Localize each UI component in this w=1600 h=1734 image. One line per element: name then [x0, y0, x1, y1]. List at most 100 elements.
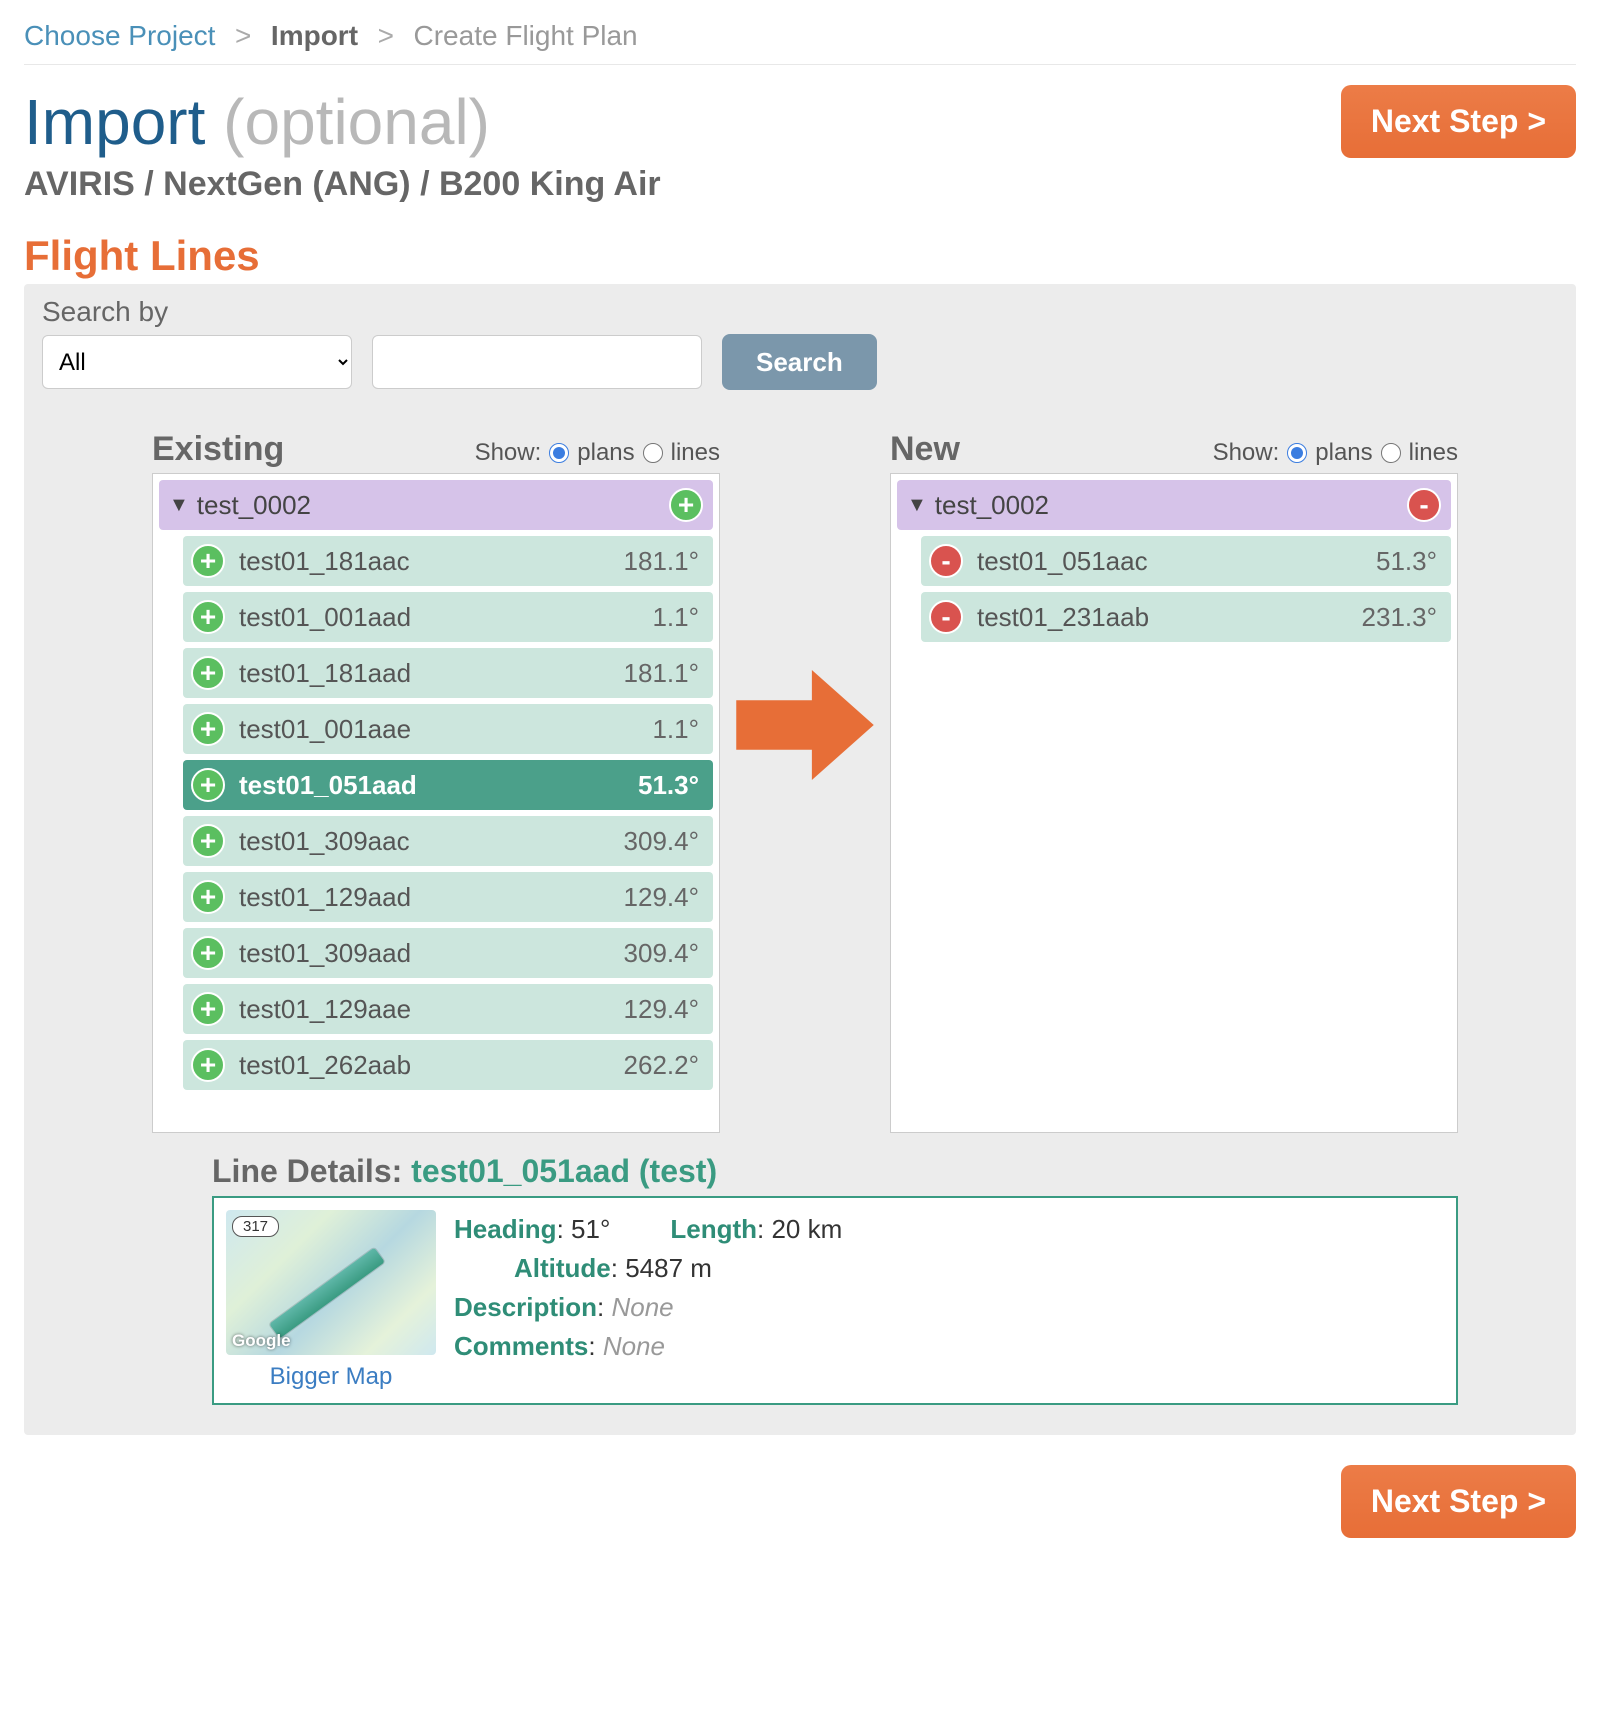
new-group-header[interactable]: ▼ test_0002 - — [897, 480, 1451, 530]
line-name: test01_262aab — [239, 1050, 411, 1081]
existing-radio-plans[interactable] — [549, 443, 569, 463]
line-name: test01_001aad — [239, 602, 411, 633]
add-line-icon[interactable]: + — [191, 880, 225, 914]
list-item[interactable]: + test01_262aab 262.2° — [183, 1040, 713, 1090]
list-item[interactable]: + test01_181aac 181.1° — [183, 536, 713, 586]
list-item[interactable]: + test01_181aad 181.1° — [183, 648, 713, 698]
transfer-arrow — [720, 430, 890, 780]
line-degree: 1.1° — [652, 714, 699, 745]
list-item[interactable]: -test01_051aac 51.3° — [921, 536, 1451, 586]
line-degree: 1.1° — [652, 602, 699, 633]
breadcrumb-create-flight-plan[interactable]: Create Flight Plan — [414, 20, 638, 51]
collapse-icon[interactable]: ▼ — [169, 494, 189, 517]
list-item[interactable]: +test01_129aad129.4° — [183, 872, 713, 922]
line-degree: 309.4° — [624, 938, 699, 969]
search-input[interactable] — [372, 335, 702, 389]
add-line-icon[interactable]: + — [191, 656, 225, 690]
search-button[interactable]: Search — [722, 334, 877, 390]
line-name: test01_001aae — [239, 714, 411, 745]
comments-value: None — [603, 1331, 665, 1361]
list-item[interactable]: + test01_309aac 309.4° — [183, 816, 713, 866]
add-line-icon[interactable]: + — [191, 544, 225, 578]
new-show-label: Show: — [1213, 439, 1280, 467]
new-group-name: test_0002 — [935, 490, 1049, 521]
map-route-badge: 317 — [232, 1216, 279, 1237]
list-item[interactable]: + test01_309aad 309.4° — [183, 928, 713, 978]
description-label: Description — [454, 1292, 597, 1322]
existing-title: Existing — [152, 430, 284, 469]
line-name: test01_231aab — [977, 602, 1149, 633]
map-flight-line — [269, 1248, 385, 1339]
existing-group-name: test_0002 — [197, 490, 311, 521]
arrow-right-icon — [735, 670, 875, 780]
new-radio-lines[interactable] — [1381, 443, 1401, 463]
search-by-select[interactable]: All — [42, 335, 352, 389]
new-radio-lines-label[interactable]: lines — [1409, 439, 1458, 467]
line-details-name: test01_051aad (test) — [411, 1153, 717, 1189]
new-list[interactable]: ▼ test_0002 - -test01_051aac51.3°-test01… — [890, 473, 1458, 1133]
line-name: test01_181aad — [239, 658, 411, 689]
list-item[interactable]: + test01_001aae 1.1° — [183, 704, 713, 754]
line-degree: 181.1° — [624, 546, 699, 577]
breadcrumb-import[interactable]: Import — [271, 20, 358, 51]
add-line-icon[interactable]: + — [191, 712, 225, 746]
line-name: test01_309aac — [239, 826, 410, 857]
section-heading-flight-lines: Flight Lines — [24, 232, 1576, 280]
add-group-icon[interactable]: + — [669, 488, 703, 522]
map-google-logo: Google — [232, 1331, 291, 1351]
page-subtitle: AVIRIS / NextGen (ANG) / B200 King Air — [24, 165, 661, 204]
line-degree: 262.2° — [624, 1050, 699, 1081]
add-line-icon[interactable]: + — [191, 1048, 225, 1082]
line-name: test01_181aac — [239, 546, 410, 577]
existing-list[interactable]: ▼ test_0002 + +test01_181aac181.1°+test0… — [152, 473, 720, 1133]
add-line-icon[interactable]: + — [191, 768, 225, 802]
search-by-label: Search by — [42, 296, 1558, 328]
collapse-icon[interactable]: ▼ — [907, 494, 927, 517]
existing-radio-plans-label[interactable]: plans — [577, 439, 634, 467]
new-title: New — [890, 430, 960, 469]
breadcrumb-choose-project[interactable]: Choose Project — [24, 20, 215, 51]
existing-radio-lines-label[interactable]: lines — [671, 439, 720, 467]
next-step-button-bottom[interactable]: Next Step > — [1341, 1465, 1576, 1538]
flight-lines-panel: Search by All Search Existing Show: plan… — [24, 284, 1576, 1435]
line-degree: 181.1° — [624, 658, 699, 689]
map-thumbnail[interactable]: 317 Google — [226, 1210, 436, 1355]
line-name: test01_129aae — [239, 994, 411, 1025]
existing-group-header[interactable]: ▼ test_0002 + — [159, 480, 713, 530]
remove-line-icon[interactable]: - — [929, 544, 963, 578]
next-step-button-top[interactable]: Next Step > — [1341, 85, 1576, 158]
existing-show-label: Show: — [475, 439, 542, 467]
breadcrumb: Choose Project > Import > Create Flight … — [24, 20, 1576, 65]
list-item[interactable]: -test01_231aab231.3° — [921, 592, 1451, 642]
line-details: Line Details: test01_051aad (test) 317 G… — [212, 1153, 1458, 1405]
add-line-icon[interactable]: + — [191, 600, 225, 634]
altitude-label: Altitude — [514, 1253, 611, 1283]
existing-radio-lines[interactable] — [643, 443, 663, 463]
add-line-icon[interactable]: + — [191, 824, 225, 858]
bigger-map-link[interactable]: Bigger Map — [270, 1363, 393, 1391]
add-line-icon[interactable]: + — [191, 992, 225, 1026]
line-name: test01_129aad — [239, 882, 411, 913]
line-name: test01_309aad — [239, 938, 411, 969]
page-title-optional: (optional) — [223, 86, 490, 158]
breadcrumb-sep: > — [370, 20, 402, 51]
breadcrumb-sep: > — [227, 20, 259, 51]
list-item[interactable]: +test01_051aad51.3° — [183, 760, 713, 810]
list-item[interactable]: + test01_001aad 1.1° — [183, 592, 713, 642]
remove-line-icon[interactable]: - — [929, 600, 963, 634]
line-degree: 309.4° — [624, 826, 699, 857]
description-value: None — [611, 1292, 673, 1322]
length-value: 20 km — [771, 1214, 842, 1244]
length-label: Length — [670, 1214, 757, 1244]
list-item[interactable]: +test01_129aae129.4° — [183, 984, 713, 1034]
heading-label: Heading — [454, 1214, 557, 1244]
remove-group-icon[interactable]: - — [1407, 488, 1441, 522]
new-column: New Show: plans lines ▼ test_0002 - — [890, 430, 1458, 1133]
line-degree: 51.3° — [1376, 546, 1437, 577]
add-line-icon[interactable]: + — [191, 936, 225, 970]
altitude-value: 5487 m — [625, 1253, 712, 1283]
line-details-label: Line Details: — [212, 1153, 402, 1189]
new-radio-plans[interactable] — [1287, 443, 1307, 463]
new-radio-plans-label[interactable]: plans — [1315, 439, 1372, 467]
line-name: test01_051aac — [977, 546, 1148, 577]
